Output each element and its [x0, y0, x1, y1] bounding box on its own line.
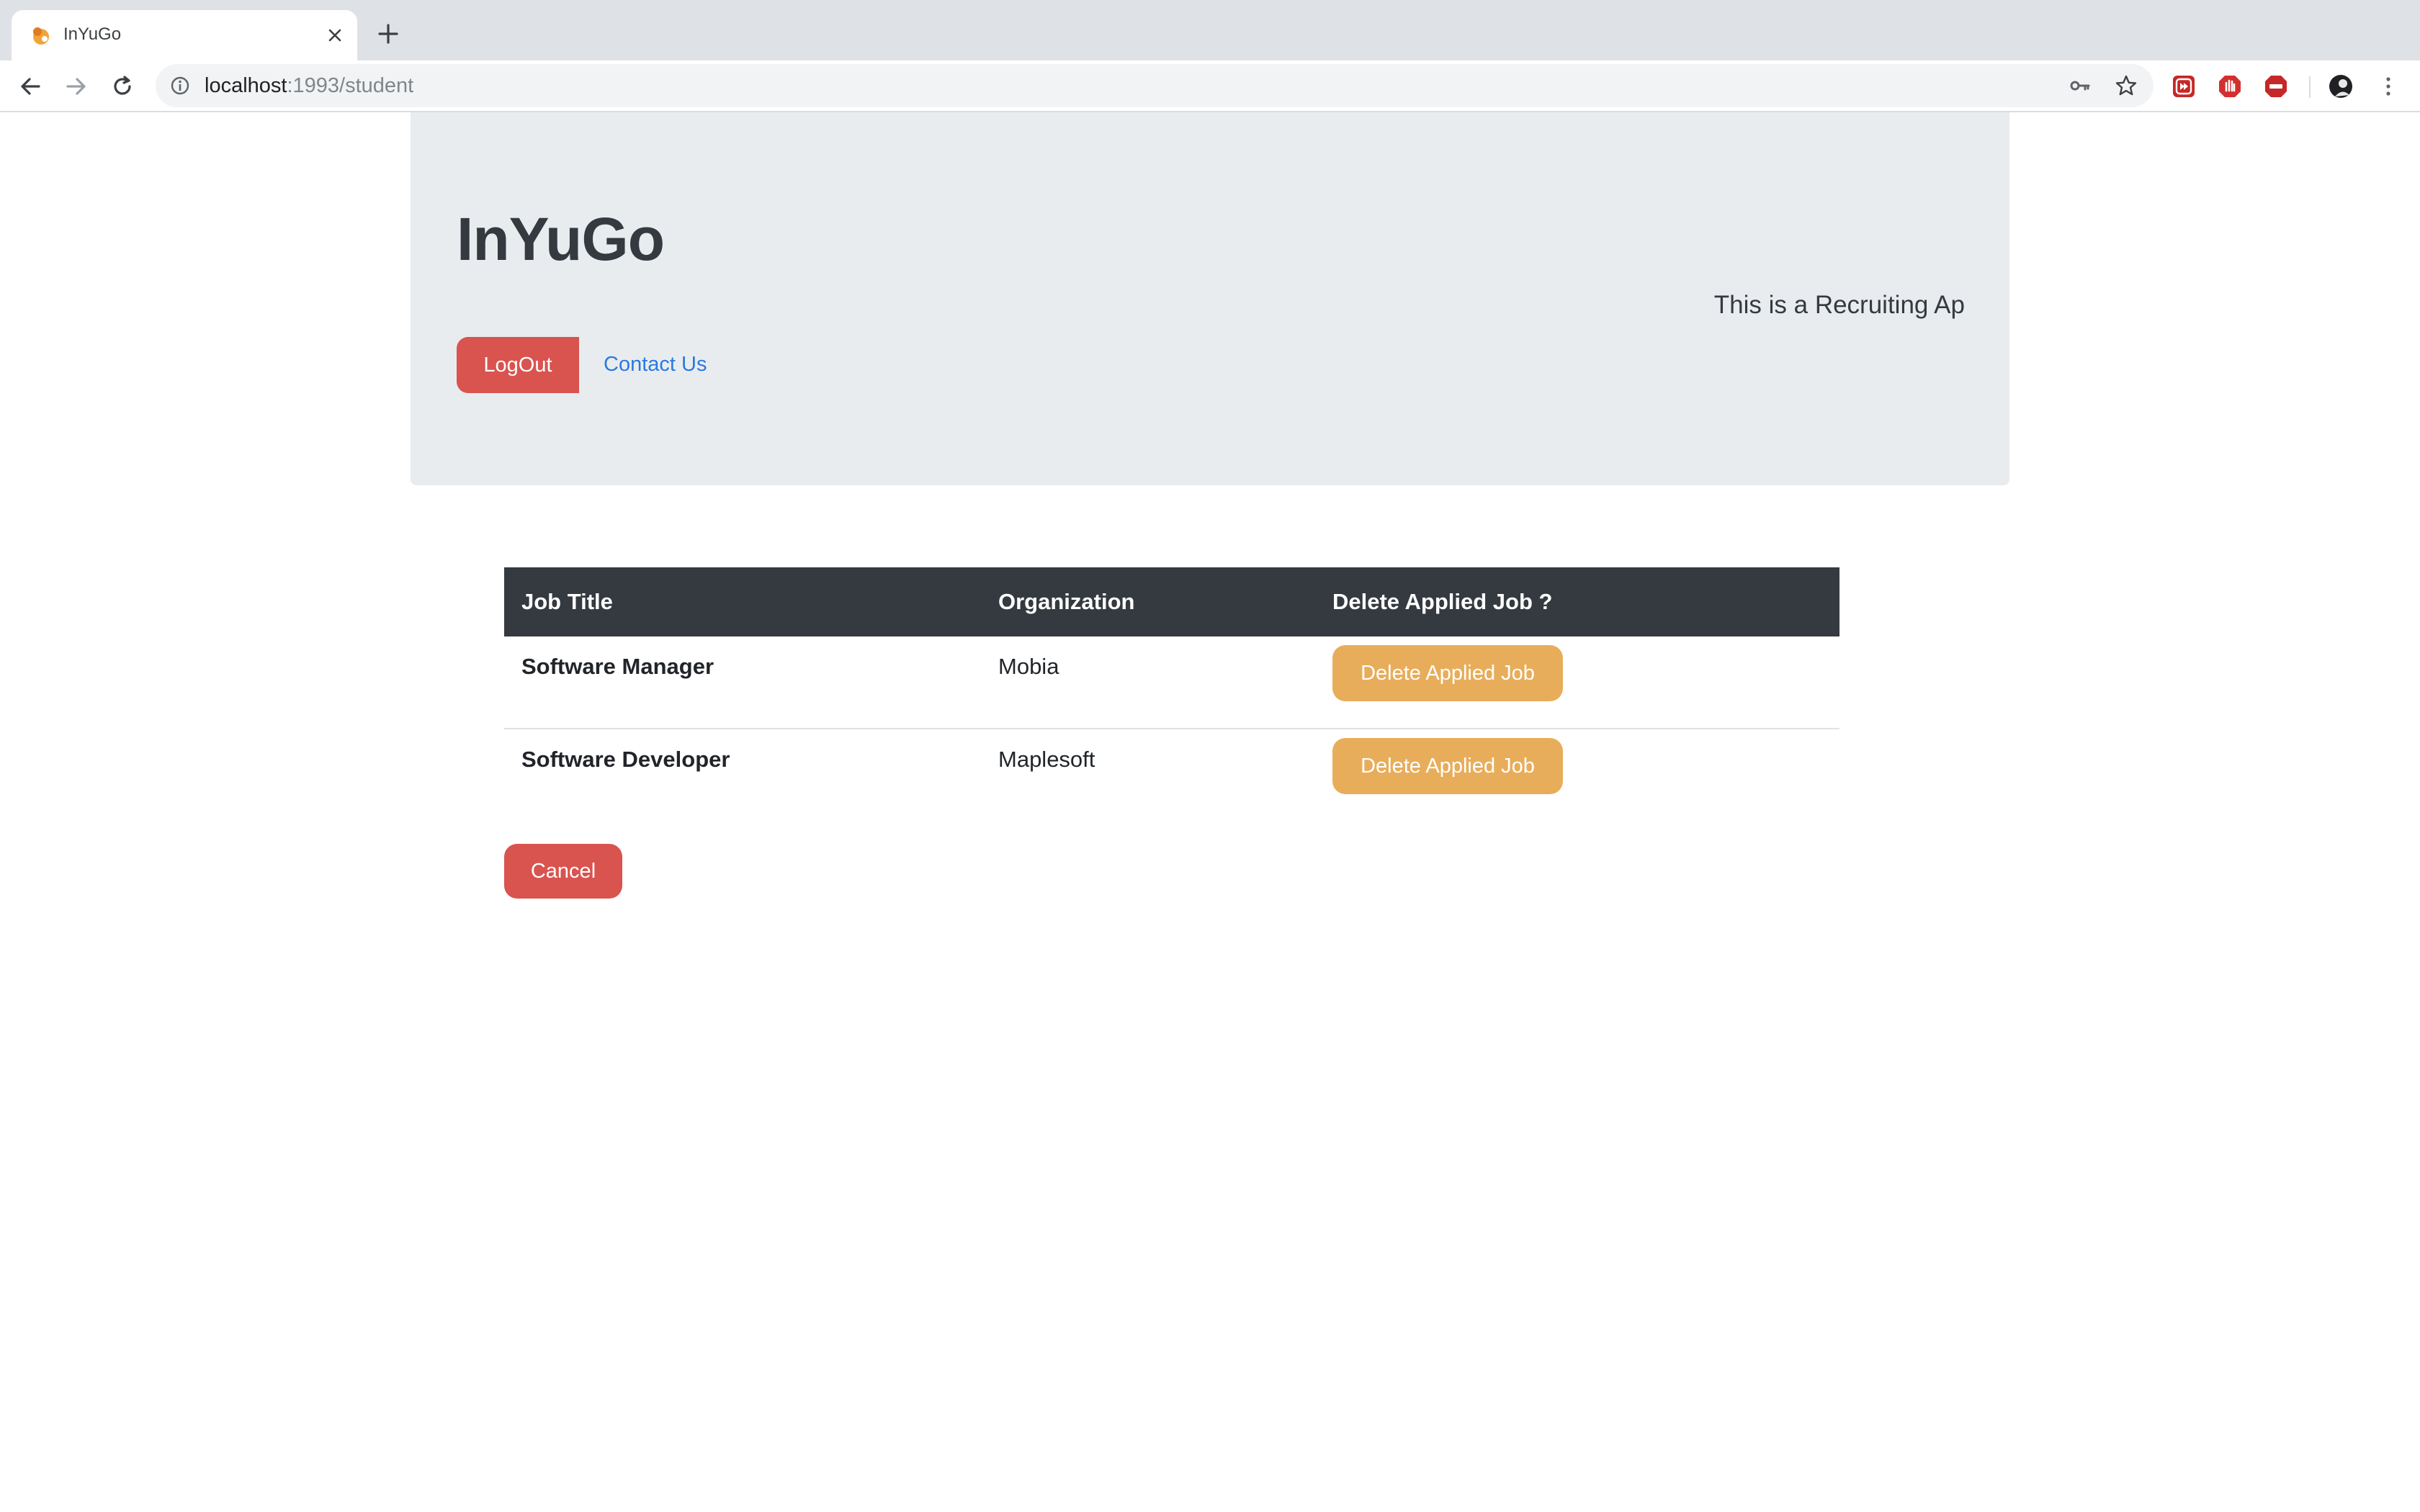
browser-tab[interactable]: InYuGo [12, 10, 357, 60]
brand-title: InYuGo [457, 205, 665, 273]
applied-jobs-table: Job Title Organization Delete Applied Jo… [504, 567, 1839, 821]
address-bar[interactable]: localhost:1993/student [156, 64, 2154, 107]
profile-avatar-icon[interactable] [2328, 73, 2354, 99]
table-row: Software Manager Mobia Delete Applied Jo… [504, 636, 1839, 729]
column-header-job-title: Job Title [521, 589, 613, 614]
browser-toolbar: localhost:1993/student [0, 60, 2420, 112]
cancel-button[interactable]: Cancel [504, 844, 622, 899]
column-header-delete: Delete Applied Job ? [1332, 589, 1553, 614]
new-tab-plus-icon[interactable] [376, 22, 400, 46]
browser-tabstrip: InYuGo [0, 0, 2420, 60]
logout-button[interactable]: LogOut [457, 337, 579, 393]
key-icon[interactable] [2069, 74, 2092, 97]
contact-us-link[interactable]: Contact Us [604, 353, 707, 377]
extension-hand-stop-icon[interactable] [2217, 73, 2243, 99]
url-path: :1993/student [287, 74, 414, 97]
job-title-cell: Software Manager [521, 654, 714, 679]
table-row: Software Developer Maplesoft Delete Appl… [504, 729, 1839, 821]
adblock-plus-icon[interactable] [2263, 73, 2289, 99]
action-cell: Delete Applied Job [1315, 729, 1839, 821]
url-text[interactable]: localhost:1993/student [205, 74, 413, 98]
back-arrow-icon[interactable] [17, 73, 43, 99]
organization-cell: Mobia [998, 654, 1059, 679]
star-icon[interactable] [2115, 74, 2138, 97]
more-menu-icon[interactable] [2375, 73, 2401, 99]
info-icon[interactable] [170, 76, 190, 96]
reload-icon[interactable] [109, 73, 135, 99]
table-header-row: Job Title Organization Delete Applied Jo… [504, 567, 1839, 636]
favicon-icon [33, 27, 49, 45]
tab-title: InYuGo [63, 24, 122, 44]
organization-cell: Maplesoft [998, 747, 1095, 772]
header-jumbotron: InYuGo This is a Recruiting Ap LogOut Co… [411, 112, 2009, 485]
close-icon[interactable] [324, 24, 346, 46]
column-header-organization: Organization [998, 589, 1135, 614]
job-title-cell: Software Developer [521, 747, 730, 772]
forward-arrow-icon[interactable] [63, 73, 89, 99]
delete-applied-job-button[interactable]: Delete Applied Job [1332, 645, 1563, 701]
toolbar-separator [2309, 76, 2311, 98]
extension-red-square-icon[interactable] [2171, 73, 2197, 99]
tagline: This is a Recruiting Ap [1713, 291, 1965, 319]
url-host: localhost [205, 74, 287, 97]
delete-applied-job-button[interactable]: Delete Applied Job [1332, 738, 1563, 794]
action-cell: Delete Applied Job [1315, 636, 1839, 729]
